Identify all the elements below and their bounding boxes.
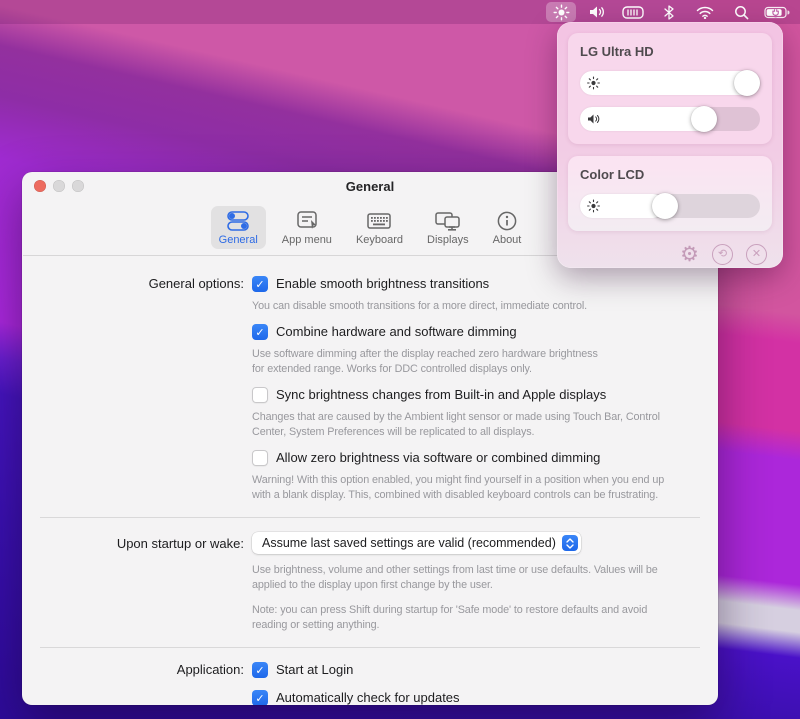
refresh-icon[interactable]: ⟲: [712, 244, 733, 265]
checkbox-row-auto-updates[interactable]: Automatically check for updates: [252, 690, 690, 705]
checkbox[interactable]: [252, 387, 268, 403]
tab-label: General: [219, 234, 258, 246]
tab-keyboard[interactable]: Keyboard: [348, 206, 411, 249]
section-label: Application:: [22, 662, 252, 705]
dropdown-value: Assume last saved settings are valid (re…: [262, 536, 556, 550]
info-icon: [496, 210, 518, 232]
checkbox-row-zero-brightness[interactable]: Allow zero brightness via software or co…: [252, 450, 690, 466]
slider-knob[interactable]: [734, 70, 760, 96]
checkbox-label: Start at Login: [276, 662, 353, 678]
checkbox-row-sync-brightness[interactable]: Sync brightness changes from Built-in an…: [252, 387, 690, 403]
tab-label: Keyboard: [356, 234, 403, 246]
section-general-options: General options: Enable smooth brightnes…: [22, 276, 718, 513]
close-icon[interactable]: ✕: [746, 244, 767, 265]
note-text: Note: you can press Shift during startup…: [252, 603, 690, 633]
display-card-color-lcd: Color LCD: [568, 156, 772, 231]
toggles-icon: [225, 210, 251, 232]
chevron-up-down-icon: [562, 535, 578, 551]
tab-label: Displays: [427, 234, 469, 246]
helper-text: Changes that are caused by the Ambient l…: [252, 410, 690, 440]
brightness-dropdown-panel: LG Ultra HD Color LCD: [557, 22, 783, 268]
bluetooth-icon: [664, 5, 674, 20]
window-title: General: [346, 179, 394, 194]
helper-text: Warning! With this option enabled, you m…: [252, 473, 690, 503]
checkbox[interactable]: [252, 690, 268, 705]
checkbox-row-combine-dimming[interactable]: Combine hardware and software dimming: [252, 324, 690, 340]
section-separator: [40, 647, 700, 648]
zoom-window-button[interactable]: [72, 180, 84, 192]
checkbox-row-smooth-transitions[interactable]: Enable smooth brightness transitions: [252, 276, 690, 292]
keyboard-icon: [366, 210, 392, 232]
startup-dropdown[interactable]: Assume last saved settings are valid (re…: [252, 532, 581, 554]
tab-general[interactable]: General: [211, 206, 266, 249]
helper-text: Use software dimming after the display r…: [252, 347, 690, 377]
speaker-icon: [587, 114, 600, 125]
settings-content: General options: Enable smooth brightnes…: [22, 256, 718, 705]
checkbox-label: Enable smooth brightness transitions: [276, 276, 489, 292]
section-label: Upon startup or wake:: [22, 532, 252, 643]
checkbox-label: Sync brightness changes from Built-in an…: [276, 387, 606, 403]
close-window-button[interactable]: [34, 180, 46, 192]
helper-text: You can disable smooth transitions for a…: [252, 299, 690, 314]
app-menu-icon: [294, 210, 320, 232]
section-separator: [40, 517, 700, 518]
checkbox[interactable]: [252, 276, 268, 292]
sun-icon: [587, 77, 600, 90]
display-name: Color LCD: [580, 167, 760, 182]
tab-label: About: [493, 234, 522, 246]
tab-displays[interactable]: Displays: [419, 206, 477, 249]
volume-slider[interactable]: [580, 107, 760, 131]
section-label: General options:: [22, 276, 252, 513]
wifi-icon: [696, 6, 714, 19]
brightness-icon: [553, 4, 570, 21]
brightness-slider[interactable]: [580, 71, 760, 95]
volume-icon: [588, 5, 606, 19]
tab-about[interactable]: About: [485, 206, 530, 249]
wifi-menu-item[interactable]: [690, 2, 720, 22]
checkbox[interactable]: [252, 662, 268, 678]
checkbox-label: Allow zero brightness via software or co…: [276, 450, 600, 466]
display-meter-menu-item[interactable]: [618, 2, 648, 22]
tab-label: App menu: [282, 234, 332, 246]
checkbox[interactable]: [252, 324, 268, 340]
panel-footer: ⚙ ⟲ ✕: [568, 231, 772, 265]
tab-app-menu[interactable]: App menu: [274, 206, 340, 249]
section-application: Application: Start at Login Automaticall…: [22, 662, 718, 705]
helper-text: Use brightness, volume and other setting…: [252, 563, 690, 593]
gear-icon[interactable]: ⚙: [680, 244, 699, 265]
desktop: LG Ultra HD Color LCD: [0, 0, 800, 719]
checkbox-label: Combine hardware and software dimming: [276, 324, 517, 340]
traffic-lights: [34, 180, 84, 192]
slider-knob[interactable]: [652, 193, 678, 219]
display-card-lg-ultra-hd: LG Ultra HD: [568, 33, 772, 144]
sun-icon: [587, 200, 600, 213]
brightness-slider[interactable]: [580, 194, 760, 218]
volume-menu-item[interactable]: [582, 2, 612, 22]
bluetooth-menu-item[interactable]: [654, 2, 684, 22]
section-startup: Upon startup or wake: Assume last saved …: [22, 532, 718, 643]
minimize-window-button[interactable]: [53, 180, 65, 192]
checkbox[interactable]: [252, 450, 268, 466]
search-menu-item[interactable]: [726, 2, 756, 22]
battery-menu-item[interactable]: [762, 2, 792, 22]
brightness-menu-item[interactable]: [546, 2, 576, 22]
display-name: LG Ultra HD: [580, 44, 760, 59]
battery-charging-icon: [764, 6, 791, 19]
checkbox-row-start-at-login[interactable]: Start at Login: [252, 662, 690, 678]
menu-bar: [0, 0, 800, 24]
checkbox-label: Automatically check for updates: [276, 690, 460, 705]
slider-fill: [580, 71, 760, 95]
slider-knob[interactable]: [691, 106, 717, 132]
display-meter-icon: [622, 6, 644, 19]
displays-icon: [434, 210, 462, 232]
search-icon: [734, 5, 749, 20]
